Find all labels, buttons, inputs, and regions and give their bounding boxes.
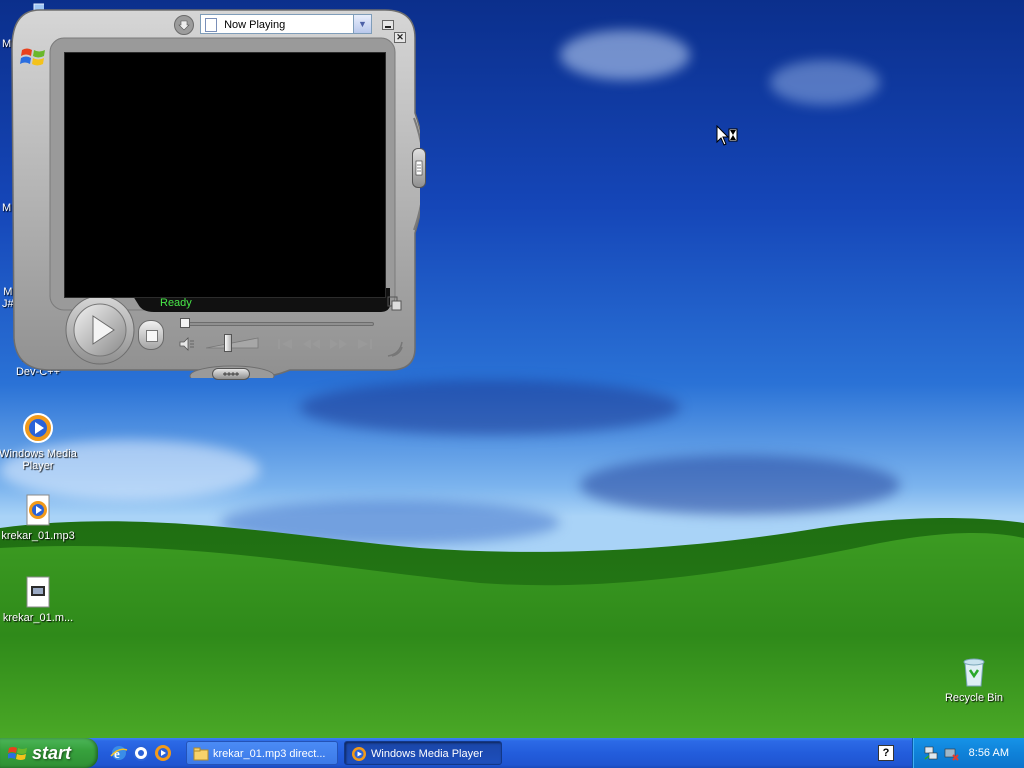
close-button[interactable]: ✕ <box>394 32 406 43</box>
taskbar-item-label: Windows Media Player <box>371 748 483 760</box>
cloud <box>560 30 690 80</box>
windows-logo-icon <box>20 44 48 68</box>
minimize-icon <box>385 26 391 28</box>
next-icon <box>358 339 372 349</box>
taskbar-item-explorer[interactable]: krekar_01.mp3 direct... <box>186 741 338 765</box>
list-icon <box>415 160 423 176</box>
stop-button[interactable] <box>138 320 164 350</box>
play-button[interactable] <box>74 304 126 356</box>
taskbar-item-media-player[interactable]: Windows Media Player <box>344 741 502 765</box>
clock[interactable]: 8:56 AM <box>969 738 1009 768</box>
desktop-icon-label: Recycle Bin <box>944 692 1004 704</box>
start-label: start <box>32 743 72 763</box>
play-icon <box>92 315 115 345</box>
volume-track <box>205 337 259 349</box>
folder-icon <box>193 747 209 761</box>
playlist-select[interactable]: Now Playing ▼ <box>200 14 372 34</box>
video-screen[interactable] <box>64 52 386 298</box>
volume-slider[interactable] <box>205 336 260 350</box>
seek-thumb[interactable] <box>180 318 190 328</box>
cloud <box>300 380 680 435</box>
safely-remove-icon[interactable] <box>943 745 959 761</box>
quick-access-button[interactable] <box>174 15 194 35</box>
next-button[interactable] <box>354 336 376 352</box>
rewind-button[interactable] <box>300 336 322 352</box>
desktop-icon-windows-media-player[interactable]: Windows Media Player <box>0 412 78 472</box>
desktop-icon-krekar-mp3[interactable]: krekar_01.mp3 <box>0 494 78 542</box>
rewind-icon <box>303 339 320 349</box>
fast-forward-icon <box>330 339 347 349</box>
svg-text:e: e <box>114 746 120 761</box>
playlist-select-value: Now Playing <box>224 19 286 31</box>
desktop-icon-recycle-bin[interactable]: Recycle Bin <box>934 656 1014 704</box>
previous-icon <box>278 339 292 349</box>
desktop-icon-krekar-media-file[interactable]: krekar_01.m... <box>0 576 78 624</box>
volume-thumb[interactable] <box>224 334 232 352</box>
system-tray: 8:56 AM <box>912 738 1024 768</box>
skin-tab-button[interactable] <box>212 368 250 380</box>
network-icon[interactable] <box>923 745 939 761</box>
media-player-icon <box>352 747 366 761</box>
desktop-icon-label: Windows Media Player <box>0 448 77 472</box>
status-text: Ready <box>160 297 192 309</box>
playlist-icon <box>205 18 217 33</box>
minimize-button[interactable] <box>382 20 394 30</box>
chevron-down-icon[interactable]: ▼ <box>353 15 371 33</box>
close-icon: ✕ <box>396 32 404 42</box>
seek-bar[interactable] <box>180 322 374 326</box>
full-mode-button[interactable] <box>387 296 403 312</box>
resize-grip-icon[interactable] <box>386 338 404 358</box>
stop-icon <box>146 330 158 342</box>
full-mode-icon <box>387 296 402 311</box>
busy-arrow-icon <box>716 124 740 147</box>
mp3-file-icon <box>22 494 54 526</box>
arrow-down-icon <box>178 20 190 31</box>
desktop-icon-label: krekar_01.mp3 <box>1 530 75 542</box>
taskbar: start e krekar_01.mp3 direct... Windows … <box>0 738 1024 768</box>
cloud <box>770 60 880 105</box>
help-icon[interactable]: ? <box>878 745 894 761</box>
fast-forward-button[interactable] <box>328 336 350 352</box>
windows-flag-icon <box>8 747 27 760</box>
previous-button[interactable] <box>276 336 298 352</box>
taskbar-item-label: krekar_01.mp3 direct... <box>213 748 326 760</box>
outlook-icon[interactable] <box>132 744 150 762</box>
start-button[interactable]: start <box>0 738 98 768</box>
grip-icon <box>223 372 239 376</box>
ie-icon[interactable]: e <box>110 744 128 762</box>
cloud <box>580 455 900 515</box>
media-player-window[interactable]: Now Playing ▼ ✕ Ready <box>10 8 426 388</box>
playlist-toggle-button[interactable] <box>412 148 426 188</box>
desktop-icon-label: krekar_01.m... <box>2 612 74 624</box>
speaker-icon <box>179 337 194 351</box>
media-player-icon[interactable] <box>154 744 172 762</box>
media-player-icon <box>22 412 54 444</box>
recycle-bin-icon <box>958 656 990 688</box>
media-file-icon <box>22 576 54 608</box>
mute-button[interactable] <box>178 336 196 352</box>
green-hills <box>0 518 1024 738</box>
